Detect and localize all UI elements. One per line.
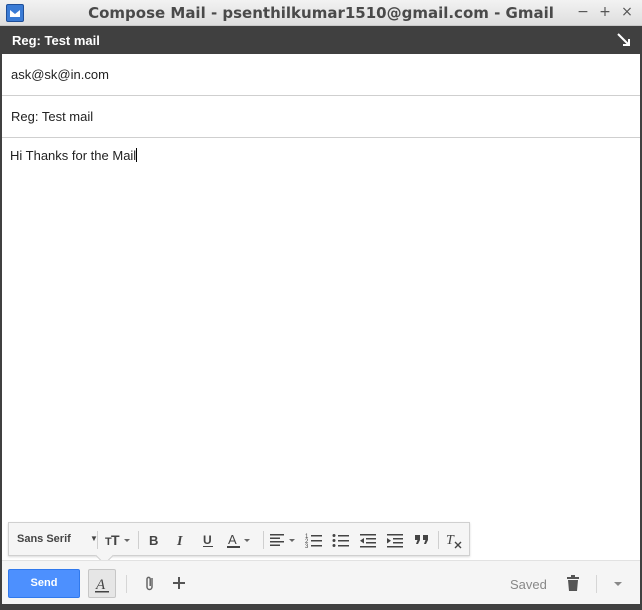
svg-text:U: U — [203, 533, 212, 547]
compose-action-bar: Send A Saved — [2, 560, 640, 604]
svg-text:T: T — [111, 532, 120, 548]
toolbar-divider — [263, 531, 264, 549]
svg-text:I: I — [176, 534, 183, 549]
svg-text:A: A — [95, 577, 106, 593]
window-frame-bottom — [0, 604, 642, 610]
plus-icon[interactable] — [170, 574, 188, 592]
italic-icon[interactable]: I — [172, 531, 190, 549]
numbered-list-icon[interactable]: 123 — [305, 531, 323, 550]
formatting-toolbar: Sans Serif ▼ T T B I U A 123 T — [8, 522, 470, 556]
window-titlebar: Compose Mail - psenthilkumar1510@gmail.c… — [0, 0, 642, 26]
bulleted-list-icon[interactable] — [332, 531, 350, 549]
toolbar-divider — [438, 531, 439, 549]
remove-formatting-icon[interactable]: T — [445, 531, 463, 549]
compose-title: Reg: Test mail — [12, 33, 100, 48]
pop-in-icon[interactable] — [616, 32, 632, 48]
close-button[interactable]: × — [619, 4, 635, 20]
maximize-button[interactable]: + — [597, 4, 613, 20]
trash-icon[interactable] — [564, 574, 582, 592]
window-title: Compose Mail - psenthilkumar1510@gmail.c… — [88, 4, 554, 22]
paperclip-icon[interactable] — [141, 574, 159, 592]
font-family-select[interactable]: Sans Serif ▼ — [17, 523, 98, 555]
svg-text:T: T — [446, 533, 455, 548]
action-divider — [126, 575, 127, 593]
text-caret — [136, 148, 138, 162]
message-body[interactable]: Hi Thanks for the Mail — [2, 138, 640, 520]
text-size-icon[interactable]: T T — [105, 531, 133, 549]
bold-icon[interactable]: B — [145, 531, 163, 549]
subject-field[interactable]: Reg: Test mail — [2, 96, 640, 138]
formatting-icon: A — [95, 577, 109, 593]
action-divider — [596, 575, 597, 593]
indent-less-icon[interactable] — [359, 531, 377, 549]
svg-text:3: 3 — [305, 544, 309, 549]
toolbar-divider — [97, 531, 98, 549]
formatting-options-button[interactable]: A — [88, 569, 116, 598]
svg-text:A: A — [228, 532, 237, 547]
more-options-icon[interactable] — [609, 574, 627, 592]
compose-header: Reg: Test mail — [2, 26, 640, 54]
to-field[interactable]: ask@sk@in.com — [2, 54, 640, 96]
indent-more-icon[interactable] — [386, 531, 404, 549]
send-button[interactable]: Send — [8, 569, 80, 598]
text-color-icon[interactable]: A — [226, 531, 252, 549]
font-family-label: Sans Serif — [17, 533, 71, 545]
toolbar-divider — [138, 531, 139, 549]
underline-icon[interactable]: U — [199, 531, 217, 549]
message-body-text: Hi Thanks for the Mail — [10, 148, 137, 163]
saved-status: Saved — [510, 577, 547, 592]
align-icon[interactable] — [269, 531, 297, 549]
svg-text:B: B — [149, 533, 158, 548]
quote-icon[interactable] — [413, 531, 431, 549]
minimize-button[interactable]: − — [575, 4, 591, 20]
